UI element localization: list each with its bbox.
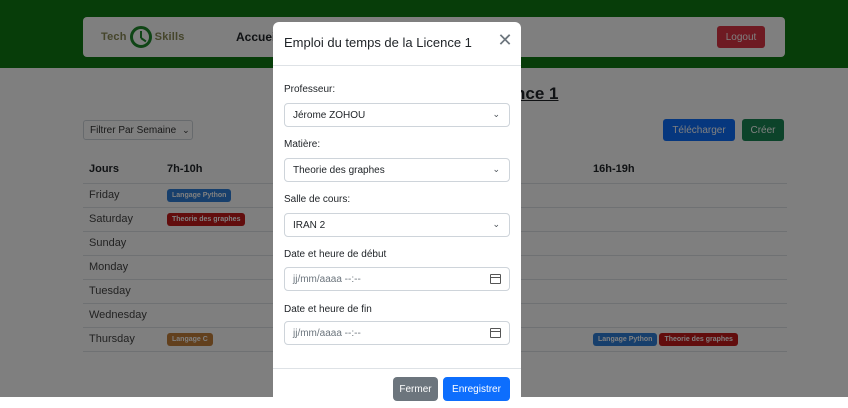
close-button[interactable]: Fermer bbox=[393, 377, 438, 401]
professor-label: Professeur: bbox=[284, 84, 336, 95]
subject-select[interactable]: Theorie des graphes ⌄ bbox=[284, 158, 510, 182]
start-datetime-input[interactable]: jj/mm/aaaa --:-- bbox=[284, 267, 510, 291]
save-button[interactable]: Enregistrer bbox=[443, 377, 510, 401]
subject-label: Matière: bbox=[284, 139, 321, 150]
end-datetime-input[interactable]: jj/mm/aaaa --:-- bbox=[284, 321, 510, 345]
chevron-down-icon: ⌄ bbox=[492, 164, 500, 174]
modal-header: Emploi du temps de la Licence 1 ✕ bbox=[273, 22, 521, 66]
room-label: Salle de cours: bbox=[284, 194, 351, 205]
calendar-icon[interactable] bbox=[490, 274, 501, 284]
start-datetime-label: Date et heure de début bbox=[284, 249, 387, 260]
chevron-down-icon: ⌄ bbox=[492, 219, 500, 229]
professor-value: Jérome ZOHOU bbox=[293, 109, 366, 121]
subject-value: Theorie des graphes bbox=[293, 164, 385, 176]
end-datetime-label: Date et heure de fin bbox=[284, 304, 372, 315]
room-value: IRAN 2 bbox=[293, 219, 326, 231]
end-datetime-value: jj/mm/aaaa --:-- bbox=[293, 327, 361, 339]
schedule-modal: Emploi du temps de la Licence 1 ✕ Profes… bbox=[273, 22, 521, 408]
room-select[interactable]: IRAN 2 ⌄ bbox=[284, 213, 510, 237]
close-icon[interactable]: ✕ bbox=[497, 32, 513, 50]
calendar-icon[interactable] bbox=[490, 328, 501, 338]
modal-title: Emploi du temps de la Licence 1 bbox=[284, 35, 472, 50]
start-datetime-value: jj/mm/aaaa --:-- bbox=[293, 273, 361, 285]
chevron-down-icon: ⌄ bbox=[492, 109, 500, 119]
modal-footer: Fermer Enregistrer bbox=[273, 368, 521, 408]
professor-select[interactable]: Jérome ZOHOU ⌄ bbox=[284, 103, 510, 127]
